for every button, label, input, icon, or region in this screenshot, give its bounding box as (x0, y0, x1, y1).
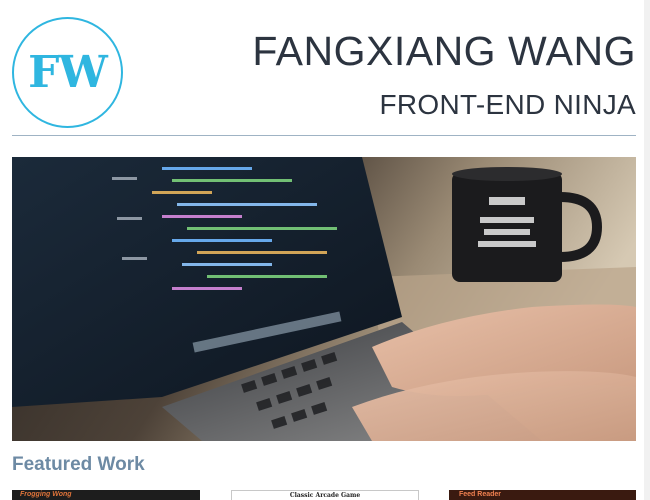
featured-item-3[interactable]: Feed Reader (449, 490, 636, 500)
featured-item-2[interactable]: Classic Arcade Game (231, 490, 419, 500)
logo-text: FW (28, 46, 108, 98)
hero-image (12, 157, 636, 441)
site-owner-name: FANGXIANG WANG (252, 28, 636, 74)
featured-work-heading: Featured Work (12, 454, 145, 475)
portfolio-page: FW FANGXIANG WANG FRONT-END NINJA Featur… (0, 0, 650, 500)
featured-item-1[interactable]: Frogging Wong (12, 490, 200, 500)
site-header: FW FANGXIANG WANG FRONT-END NINJA (12, 0, 636, 136)
fw-logo[interactable]: FW (12, 17, 123, 128)
header-divider (12, 135, 636, 136)
featured-item-3-label: Feed Reader (459, 491, 502, 498)
site-owner-title: FRONT-END NINJA (379, 89, 636, 120)
page-scrollbar[interactable] (644, 0, 650, 500)
featured-item-2-label: Classic Arcade Game (289, 492, 361, 499)
featured-item-1-label: Frogging Wong (20, 491, 72, 498)
